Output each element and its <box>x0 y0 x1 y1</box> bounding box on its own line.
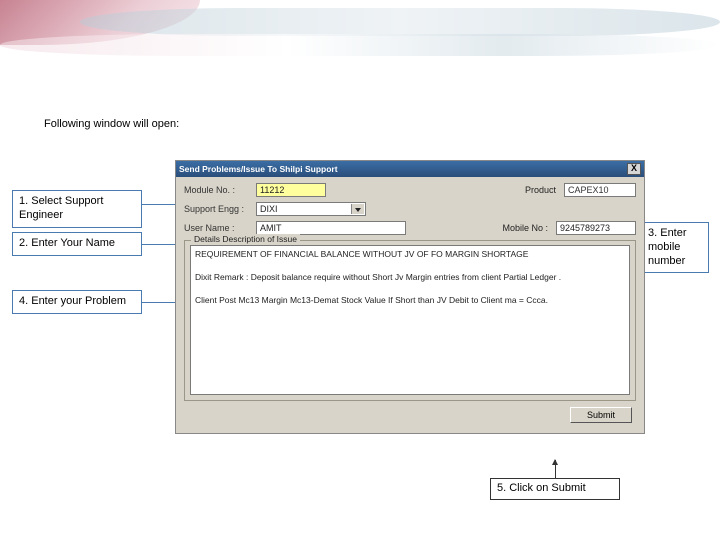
callout-step-5: 5. Click on Submit <box>490 478 620 500</box>
username-field[interactable]: AMIT <box>256 221 406 235</box>
mobile-field[interactable]: 9245789273 <box>556 221 636 235</box>
callout-step-2: 2. Enter Your Name <box>12 232 142 256</box>
product-field: CAPEX10 <box>564 183 636 197</box>
support-window: Send Problems/Issue To Shilpi Support X … <box>175 160 645 434</box>
groupbox-label: Details Description of Issue <box>191 234 300 244</box>
issue-line: Dixit Remark : Deposit balance require w… <box>195 272 561 282</box>
label-module: Module No. : <box>184 185 252 195</box>
callout-step-1: 1. Select Support Engineer <box>12 190 142 228</box>
decorative-banner <box>0 0 720 70</box>
intro-text: Following window will open: <box>44 118 179 130</box>
submit-button[interactable]: Submit <box>570 407 632 423</box>
banner-swirl <box>0 34 720 56</box>
arrow-to-submit <box>555 460 556 478</box>
module-field[interactable]: 11212 <box>256 183 326 197</box>
support-engg-dropdown[interactable]: DIXI <box>256 202 366 216</box>
issue-groupbox: Details Description of Issue REQUIREMENT… <box>184 240 636 401</box>
label-username: User Name : <box>184 223 252 233</box>
banner-swirl <box>80 8 720 36</box>
callout-step-4: 4. Enter your Problem <box>12 290 142 314</box>
label-support: Support Engg : <box>184 204 252 214</box>
titlebar: Send Problems/Issue To Shilpi Support X <box>176 161 644 177</box>
callout-step-3: 3. Enter mobile number <box>641 222 709 273</box>
issue-textarea[interactable]: REQUIREMENT OF FINANCIAL BALANCE WITHOUT… <box>190 245 630 395</box>
close-icon[interactable]: X <box>627 163 641 175</box>
form-body: Module No. : 11212 Product CAPEX10 Suppo… <box>176 177 644 433</box>
window-title: Send Problems/Issue To Shilpi Support <box>179 164 338 174</box>
issue-line: Client Post Mc13 Margin Mc13-Demat Stock… <box>195 295 548 305</box>
issue-line: REQUIREMENT OF FINANCIAL BALANCE WITHOUT… <box>195 249 528 259</box>
label-product: Product <box>500 185 560 195</box>
label-mobile: Mobile No : <box>492 223 552 233</box>
